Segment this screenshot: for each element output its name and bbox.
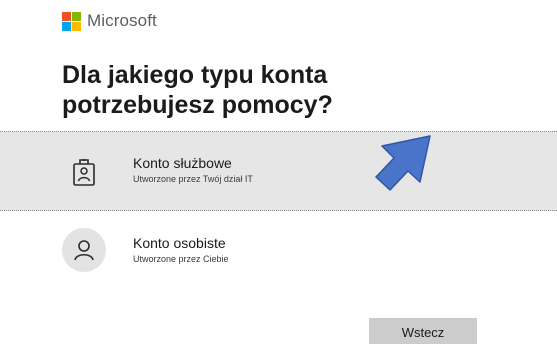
person-icon-svg: [74, 240, 94, 261]
microsoft-logo-icon: [62, 11, 81, 31]
logo-square-green: [72, 11, 81, 21]
logo-square-red: [62, 11, 71, 21]
logo-square-blue: [62, 21, 71, 31]
personal-account-label: Konto osobiste: [133, 235, 226, 251]
work-badge-icon-svg: [73, 159, 95, 186]
account-type-page: Microsoft Dla jakiego typu konta potrzeb…: [0, 0, 557, 344]
page-title-line-1: Dla jakiego typu konta: [62, 61, 328, 89]
personal-account-text: Konto osobiste Utworzone przez Ciebie: [133, 234, 229, 266]
personal-account-subtitle: Utworzone przez Ciebie: [133, 254, 229, 264]
work-account-subtitle: Utworzone przez Twój dział IT: [133, 174, 253, 184]
back-button[interactable]: Wstecz: [369, 318, 477, 344]
work-badge-icon: [62, 150, 106, 194]
person-icon: [62, 228, 106, 272]
work-account-option[interactable]: Konto służbowe Utworzone przez Twój dzia…: [0, 131, 557, 211]
logo-square-yellow: [72, 21, 81, 31]
work-account-label: Konto służbowe: [133, 155, 232, 171]
work-account-text: Konto służbowe Utworzone przez Twój dzia…: [133, 154, 253, 186]
pointer-arrow-icon: [375, 135, 431, 191]
brand-name: Microsoft: [87, 11, 157, 30]
personal-account-option[interactable]: Konto osobiste Utworzone przez Ciebie: [0, 222, 557, 278]
brand-header: Microsoft: [62, 10, 157, 32]
